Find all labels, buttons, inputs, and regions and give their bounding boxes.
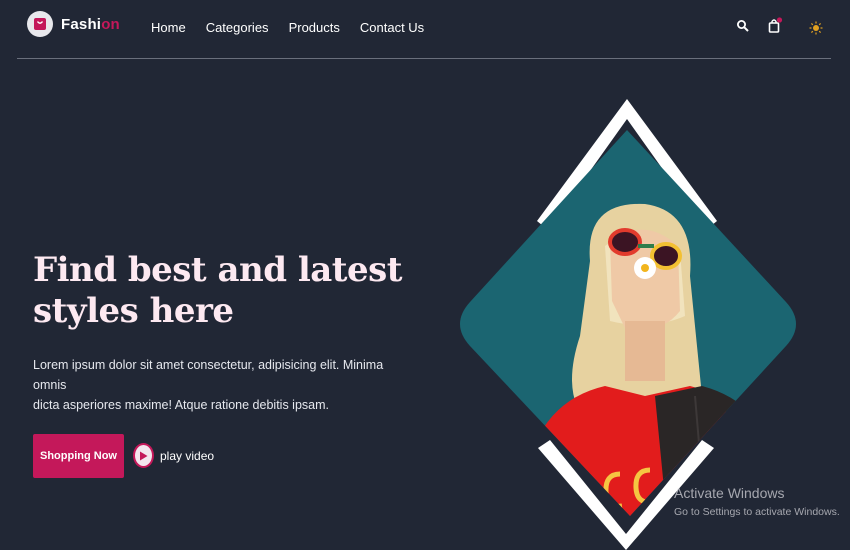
hero-title-line1: Find best and latest: [33, 250, 402, 290]
nav-item-home[interactable]: Home: [151, 20, 186, 35]
header-divider: [17, 58, 831, 59]
sun-icon[interactable]: [808, 20, 824, 36]
hero-description: Lorem ipsum dolor sit amet consectetur, …: [33, 355, 413, 415]
hero-title: Find best and latest styles here: [33, 250, 413, 332]
hero-title-line2: styles here: [33, 291, 234, 331]
play-video-label: play video: [160, 448, 215, 463]
shopping-now-button[interactable]: Shopping Now: [33, 434, 124, 478]
site-header: Fashion Home Categories Products Contact…: [0, 0, 850, 58]
activate-windows-subtitle: Go to Settings to activate Windows.: [674, 506, 840, 518]
search-icon[interactable]: [736, 19, 752, 35]
play-icon[interactable]: [133, 443, 154, 468]
hero-description-line2: dicta asperiores maxime! Atque ratione d…: [33, 398, 329, 412]
brand-name-accent: on: [101, 15, 120, 33]
hero-description-line1: Lorem ipsum dolor sit amet consectetur, …: [33, 358, 384, 392]
brand-logo[interactable]: Fashion: [27, 11, 120, 37]
nav-item-categories[interactable]: Categories: [206, 20, 269, 35]
nav-item-contact[interactable]: Contact Us: [360, 20, 424, 35]
brand-name: Fashion: [61, 16, 120, 33]
brand-name-main: Fashi: [61, 15, 102, 33]
shopping-bag-logo-icon: [27, 11, 53, 37]
nav-item-products[interactable]: Products: [289, 20, 340, 35]
main-nav: Home Categories Products Contact Us: [151, 20, 424, 35]
shopping-bag-icon[interactable]: [767, 17, 783, 33]
hero-image: [460, 99, 796, 550]
activate-windows-title: Activate Windows: [674, 485, 785, 501]
play-video-control[interactable]: play video: [133, 443, 214, 468]
